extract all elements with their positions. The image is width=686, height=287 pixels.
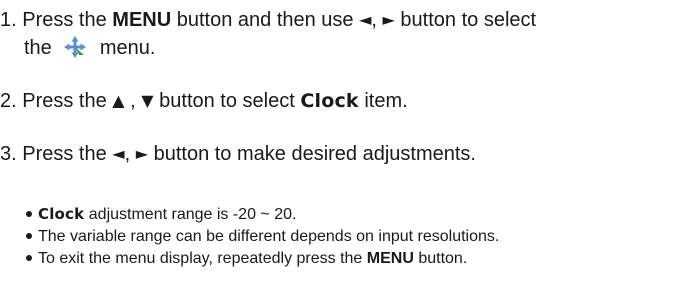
step-1: 1. Press the MENU button and then use ◄,…: [0, 6, 536, 62]
step-3-text-b: button to make desired adjustments.: [148, 143, 476, 165]
position-menu-icon: [62, 34, 88, 60]
step-1-text-b: button and then use: [171, 9, 360, 31]
note-clock-label: Clock: [38, 205, 85, 223]
note-1-text: adjustment range is -20 ~ 20.: [84, 206, 297, 223]
note-item: The variable range can be different depe…: [26, 226, 499, 248]
step-3-text-a: 3. Press the: [0, 143, 113, 165]
down-arrow-icon: ▼: [141, 91, 154, 110]
bullet-icon: [26, 255, 32, 261]
step-3: 3. Press the ◄, ► button to make desired…: [0, 140, 476, 168]
step-3-comma: ,: [124, 143, 136, 165]
note-item: Clock adjustment range is -20 ~ 20.: [26, 203, 499, 226]
bullet-icon: [26, 233, 32, 239]
right-arrow-icon: ►: [135, 144, 149, 163]
note-2-text: The variable range can be different depe…: [38, 228, 500, 245]
step-1-text-c: button to select: [394, 9, 537, 31]
up-arrow-icon: ▲: [112, 91, 125, 110]
step-1-text-e: menu.: [99, 37, 156, 59]
step-1-line-2: the menu.: [0, 34, 536, 62]
step-2-comma: ,: [124, 90, 142, 112]
note-item: To exit the menu display, repeatedly pre…: [26, 248, 499, 270]
right-arrow-icon: ►: [382, 10, 395, 29]
menu-button-label: MENU: [112, 9, 172, 31]
step-2-text-b: button to select: [153, 90, 301, 112]
clock-item-label: Clock: [300, 90, 359, 112]
notes-list: Clock adjustment range is -20 ~ 20. The …: [26, 203, 499, 270]
step-1-text-a: 1. Press the: [0, 9, 113, 31]
note-3-text-a: To exit the menu display, repeatedly pre…: [38, 250, 367, 267]
note-menu-button-label: MENU: [366, 250, 414, 267]
instruction-document: 1. Press the MENU button and then use ◄,…: [0, 0, 686, 287]
step-1-comma: ,: [371, 9, 383, 31]
note-3-text-b: button.: [413, 250, 468, 267]
step-1-line-1: 1. Press the MENU button and then use ◄,…: [0, 6, 536, 34]
bullet-icon: [26, 211, 32, 217]
left-arrow-icon: ◄: [359, 10, 372, 29]
step-2-text-c: item.: [358, 90, 408, 112]
step-2: 2. Press the ▲ , ▼ button to select Cloc…: [0, 87, 408, 115]
step-1-text-d: the: [24, 37, 52, 59]
left-arrow-icon: ◄: [112, 144, 125, 163]
step-2-text-a: 2. Press the: [0, 90, 113, 112]
